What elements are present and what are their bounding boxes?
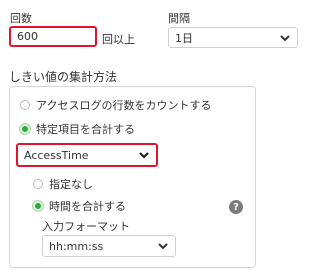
count-suffix: 回以上 [102,33,135,46]
help-icon-symbol: ? [233,201,239,213]
interval-label: 間隔 [168,12,190,25]
radio-sum-item[interactable] [20,124,30,134]
count-label: 回数 [10,12,32,25]
radio-count-lines-label[interactable]: アクセスログの行数をカウントする [36,97,211,113]
count-input-value: 600 [17,30,38,43]
interval-select-value: 1日 [175,31,193,45]
radio-time-sum-label[interactable]: 時間を合計する [49,198,126,214]
help-icon[interactable]: ? [229,200,243,214]
radio-count-lines[interactable] [20,100,30,110]
item-select[interactable]: AccessTime [16,143,158,167]
item-select-value: AccessTime [24,148,89,162]
chevron-down-icon [139,152,149,159]
count-input[interactable]: 600 [9,26,97,47]
chevron-down-icon [158,243,168,250]
input-format-label: 入力フォーマット [42,220,130,233]
input-format-select[interactable]: hh:mm:ss [42,235,176,257]
interval-select[interactable]: 1日 [168,27,298,48]
input-format-select-value: hh:mm:ss [49,239,104,253]
radio-sum-item-label[interactable]: 特定項目を合計する [36,121,135,137]
radio-none-label[interactable]: 指定なし [49,176,93,192]
chevron-down-icon [280,34,290,41]
radio-none[interactable] [33,179,43,189]
aggregation-title: しきい値の集計方法 [9,70,118,84]
radio-time-sum[interactable] [33,201,43,211]
